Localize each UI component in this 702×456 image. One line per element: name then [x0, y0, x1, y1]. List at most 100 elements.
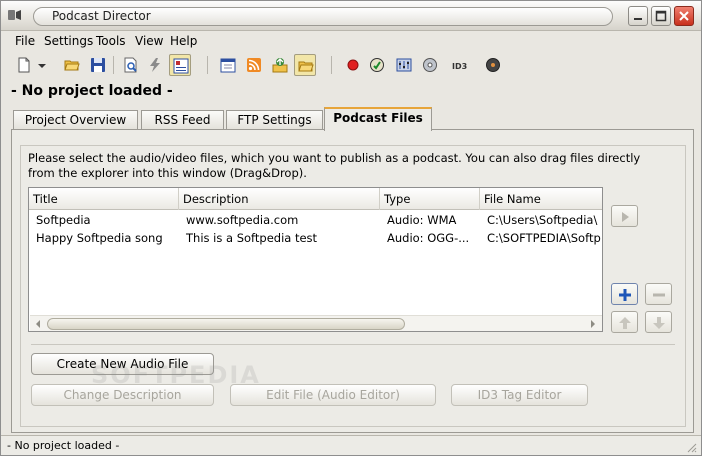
- close-button[interactable]: [674, 6, 694, 26]
- status-text: - No project loaded -: [7, 439, 120, 452]
- close-icon: [679, 11, 689, 21]
- svg-text:ID3: ID3: [452, 62, 467, 71]
- audio-edit-button[interactable]: [366, 54, 388, 76]
- folder-button[interactable]: [294, 54, 316, 76]
- lightning-icon: [150, 58, 160, 72]
- column-description[interactable]: Description: [179, 188, 380, 210]
- record-icon: [347, 59, 359, 71]
- maximize-button[interactable]: [651, 6, 671, 26]
- cell-file-name: C:\SOFTPEDIA\Softp: [487, 231, 601, 245]
- arrow-down-icon: [653, 317, 665, 329]
- id3-tag-editor-button[interactable]: ID3 Tag Editor: [451, 384, 588, 406]
- mixer-button[interactable]: [393, 54, 415, 76]
- arrow-up-icon: [619, 317, 631, 329]
- upload-button[interactable]: [269, 54, 291, 76]
- title-bar[interactable]: Podcast Director: [1, 1, 701, 31]
- menu-bar: File Settings Tools View Help: [1, 32, 701, 51]
- save-button[interactable]: [87, 54, 109, 76]
- cell-description: www.softpedia.com: [186, 213, 299, 227]
- cell-title: Softpedia: [36, 213, 91, 227]
- page-settings-button[interactable]: [169, 54, 191, 76]
- scroll-left-button[interactable]: [31, 317, 45, 331]
- folder-icon: [298, 61, 314, 72]
- burn-button[interactable]: [482, 54, 504, 76]
- podcast-files-list[interactable]: Title Description Type File Name Softped…: [28, 187, 603, 332]
- menu-file[interactable]: File: [15, 34, 35, 48]
- scroll-thumb[interactable]: [47, 318, 405, 330]
- calendar-button[interactable]: [217, 54, 239, 76]
- column-type[interactable]: Type: [380, 188, 480, 210]
- cell-type: Audio: OGG-...: [387, 231, 470, 245]
- window-title: Podcast Director: [33, 7, 613, 26]
- preview-icon: [124, 57, 137, 73]
- play-icon: [622, 212, 629, 222]
- cell-description: This is a Softpedia test: [186, 231, 318, 245]
- cd-button[interactable]: [419, 54, 441, 76]
- remove-file-button[interactable]: [645, 283, 672, 305]
- new-dropdown-button[interactable]: [35, 54, 49, 76]
- cd-icon: [423, 58, 437, 72]
- table-row[interactable]: Softpedia www.softpedia.com Audio: WMA C…: [29, 211, 602, 229]
- menu-tools[interactable]: Tools: [96, 34, 126, 48]
- menu-settings[interactable]: Settings: [44, 34, 93, 48]
- minimize-icon: [634, 18, 642, 20]
- open-folder-icon: [64, 60, 80, 71]
- tab-project-overview[interactable]: Project Overview: [13, 110, 138, 130]
- calendar-icon: [220, 58, 236, 73]
- rss-button[interactable]: [243, 54, 265, 76]
- scroll-right-icon: [591, 320, 595, 328]
- id3-button[interactable]: ID3: [448, 54, 470, 76]
- cell-title: Happy Softpedia song: [36, 231, 163, 245]
- toolbar-separator: [113, 56, 114, 74]
- open-button[interactable]: [61, 54, 83, 76]
- audio-edit-icon: [370, 58, 384, 72]
- move-down-button[interactable]: [645, 311, 672, 333]
- play-button[interactable]: [611, 205, 638, 227]
- table-row[interactable]: Happy Softpedia song This is a Softpedia…: [29, 229, 602, 247]
- move-up-button[interactable]: [611, 311, 638, 333]
- maximize-icon: [655, 10, 667, 22]
- menu-help[interactable]: Help: [170, 34, 197, 48]
- dropdown-arrow-icon: [38, 64, 46, 68]
- tab-podcast-files[interactable]: Podcast Files: [324, 107, 432, 131]
- horizontal-scrollbar[interactable]: [30, 315, 602, 331]
- menu-view[interactable]: View: [135, 34, 163, 48]
- column-title[interactable]: Title: [29, 188, 179, 210]
- change-description-button[interactable]: Change Description: [31, 384, 214, 406]
- burn-icon: [486, 58, 500, 72]
- record-button[interactable]: [342, 54, 364, 76]
- edit-file-button[interactable]: Edit File (Audio Editor): [230, 384, 436, 406]
- page-settings-icon: [173, 58, 189, 74]
- upload-icon: [272, 58, 288, 73]
- status-bar: - No project loaded -: [1, 435, 701, 455]
- app-icon[interactable]: [6, 7, 24, 25]
- scroll-right-button[interactable]: [586, 317, 600, 331]
- divider: [31, 344, 675, 345]
- column-file-name[interactable]: File Name: [480, 188, 602, 210]
- new-button[interactable]: [13, 54, 35, 76]
- project-title: - No project loaded -: [11, 83, 173, 99]
- create-new-audio-file-button[interactable]: Create New Audio File: [31, 353, 214, 375]
- plus-icon: [619, 289, 631, 301]
- cell-file-name: C:\Users\Softpedia\: [487, 213, 598, 227]
- mixer-icon: [396, 58, 412, 72]
- minimize-button[interactable]: [628, 6, 648, 26]
- rss-icon: [247, 58, 261, 72]
- toolbar-separator: [207, 56, 208, 74]
- resize-grip-icon[interactable]: [685, 441, 697, 453]
- preview-button[interactable]: [120, 54, 142, 76]
- save-disk-icon: [91, 58, 105, 72]
- minus-icon: [653, 293, 665, 297]
- instructions-text: Please select the audio/video files, whi…: [28, 151, 641, 180]
- add-file-button[interactable]: [611, 283, 638, 305]
- app-window: Podcast Director File Settings Tools Vie…: [0, 0, 702, 456]
- tab-rss-feed[interactable]: RSS Feed: [141, 110, 224, 130]
- list-header: Title Description Type File Name: [29, 188, 602, 210]
- tab-ftp-settings[interactable]: FTP Settings: [226, 110, 323, 130]
- publish-button[interactable]: [144, 54, 166, 76]
- id3-icon: ID3: [452, 62, 467, 71]
- toolbar: ID3: [1, 52, 701, 78]
- scroll-left-icon: [36, 320, 40, 328]
- toolbar-separator: [331, 56, 332, 74]
- new-document-icon: [18, 57, 30, 73]
